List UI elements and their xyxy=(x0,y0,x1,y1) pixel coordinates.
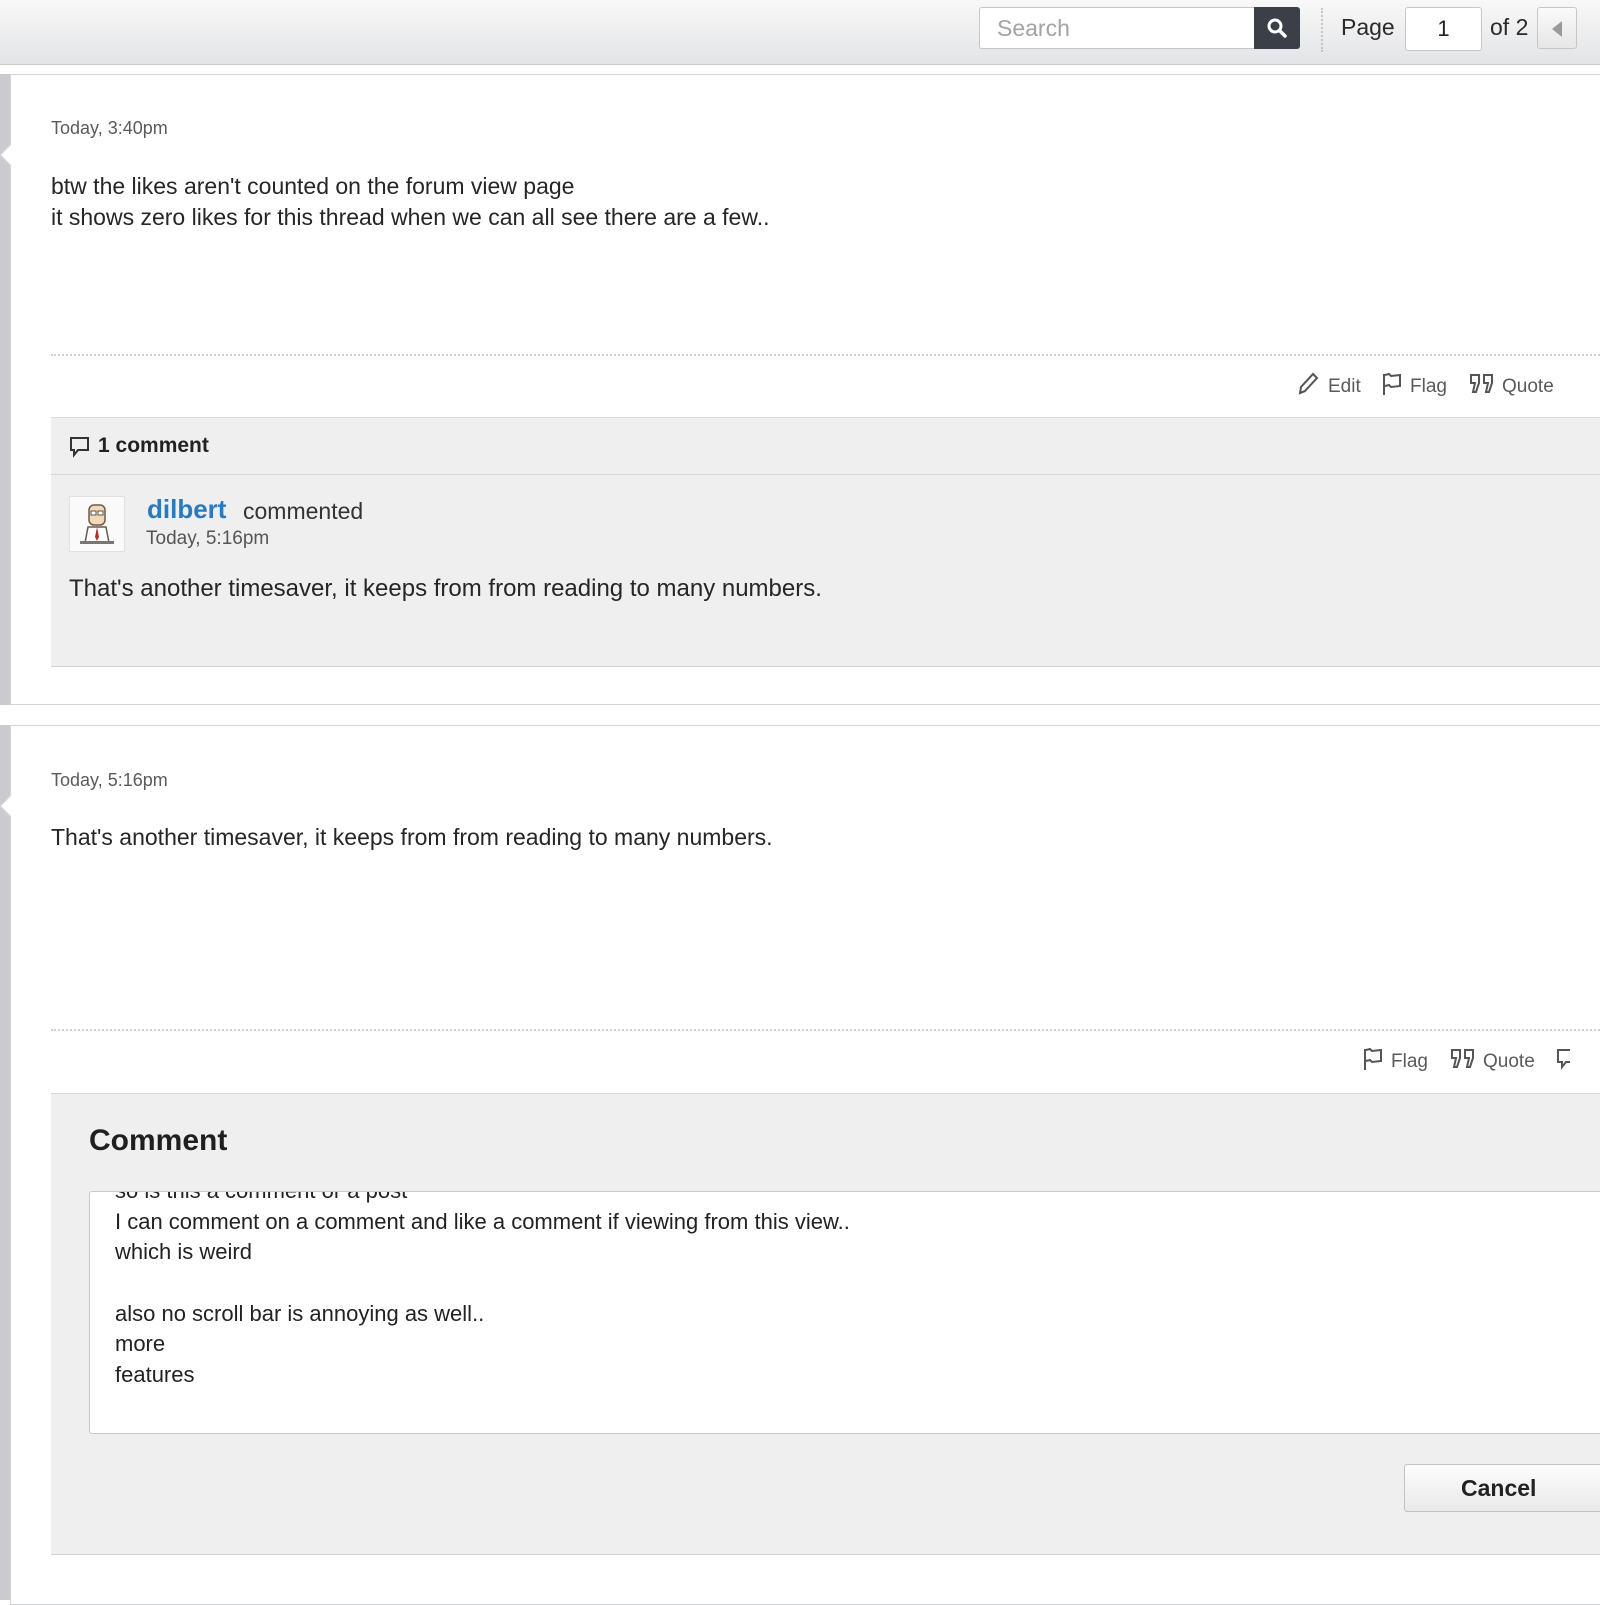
composer-line xyxy=(115,1268,850,1299)
avatar-image xyxy=(80,504,114,544)
post-timestamp: Today, 3:40pm xyxy=(51,118,168,138)
quote-button[interactable]: Quote xyxy=(1449,1046,1544,1072)
page-number-input[interactable] xyxy=(1405,7,1482,51)
composer-line: I can comment on a comment and like a co… xyxy=(115,1208,850,1234)
quote-icon xyxy=(1470,374,1493,393)
post-body: btw the likes aren't counted on the foru… xyxy=(51,171,769,233)
comment-timestamp: Today, 5:16pm xyxy=(146,528,270,549)
flag-button[interactable]: Flag xyxy=(1362,1046,1437,1072)
flag-icon xyxy=(1364,1047,1382,1070)
comments-count: 1 comment xyxy=(98,434,209,457)
quote-button[interactable]: Quote xyxy=(1468,371,1563,397)
comment-composer: Comment so is this a comment or a post I… xyxy=(51,1093,1600,1555)
quote-icon xyxy=(1451,1049,1474,1068)
composer-line: which is weird xyxy=(115,1239,252,1265)
comments-header[interactable]: 1 comment xyxy=(51,418,1600,475)
search-icon xyxy=(1267,18,1287,38)
forum-post: Today, 3:40pm btw the likes aren't count… xyxy=(0,74,1600,705)
post-text-line: it shows zero likes for this thread when… xyxy=(51,204,770,230)
composer-line: also no scroll bar is annoying as well.. xyxy=(115,1300,485,1326)
pencil-icon xyxy=(1298,372,1319,395)
post-timestamp: Today, 5:16pm xyxy=(51,770,168,790)
comment-author-link[interactable]: dilbert xyxy=(147,494,226,525)
search-button[interactable] xyxy=(1254,7,1300,49)
avatar[interactable] xyxy=(69,496,125,552)
flag-button[interactable]: Flag xyxy=(1381,371,1453,397)
comment-bubble-icon xyxy=(1557,1049,1570,1070)
composer-line: so is this a comment or a post xyxy=(115,1192,850,1207)
composer-line: features xyxy=(115,1362,195,1388)
search-input[interactable] xyxy=(979,7,1254,49)
previous-page-button[interactable] xyxy=(1537,7,1577,49)
comments-section: 1 comment dilbert commented Today, 5:16p… xyxy=(51,417,1600,667)
flag-icon xyxy=(1383,372,1401,395)
toolbar-divider xyxy=(1321,8,1323,52)
page-label: Page xyxy=(1341,14,1395,40)
post-divider xyxy=(51,354,1600,356)
page-total: of 2 xyxy=(1490,14,1529,40)
forum-post: Today, 5:16pm That's another timesaver, … xyxy=(0,725,1600,1605)
comment-textarea[interactable]: so is this a comment or a post I can com… xyxy=(89,1191,1600,1434)
edit-button[interactable]: Edit xyxy=(1296,371,1376,397)
post-text-line: btw the likes aren't counted on the foru… xyxy=(51,173,575,199)
composer-title: Comment xyxy=(89,1124,228,1157)
top-toolbar: Page of 2 xyxy=(0,0,1600,65)
left-rail xyxy=(0,74,10,705)
comment-button[interactable] xyxy=(1556,1046,1570,1072)
composer-text: so is this a comment or a post I can com… xyxy=(115,1192,850,1391)
comment-verb: commented xyxy=(243,498,364,524)
post-body: That's another timesaver, it keeps from … xyxy=(51,822,773,853)
arrow-left-icon xyxy=(1552,21,1562,37)
post-divider xyxy=(51,1029,1600,1031)
cancel-button[interactable]: Cancel xyxy=(1404,1464,1600,1512)
left-rail xyxy=(0,725,10,1600)
comment-text: That's another timesaver, it keeps from … xyxy=(69,575,822,602)
post-text-line: That's another timesaver, it keeps from … xyxy=(51,824,773,850)
comment-bubble-icon xyxy=(70,437,89,458)
composer-line: more xyxy=(115,1331,166,1357)
